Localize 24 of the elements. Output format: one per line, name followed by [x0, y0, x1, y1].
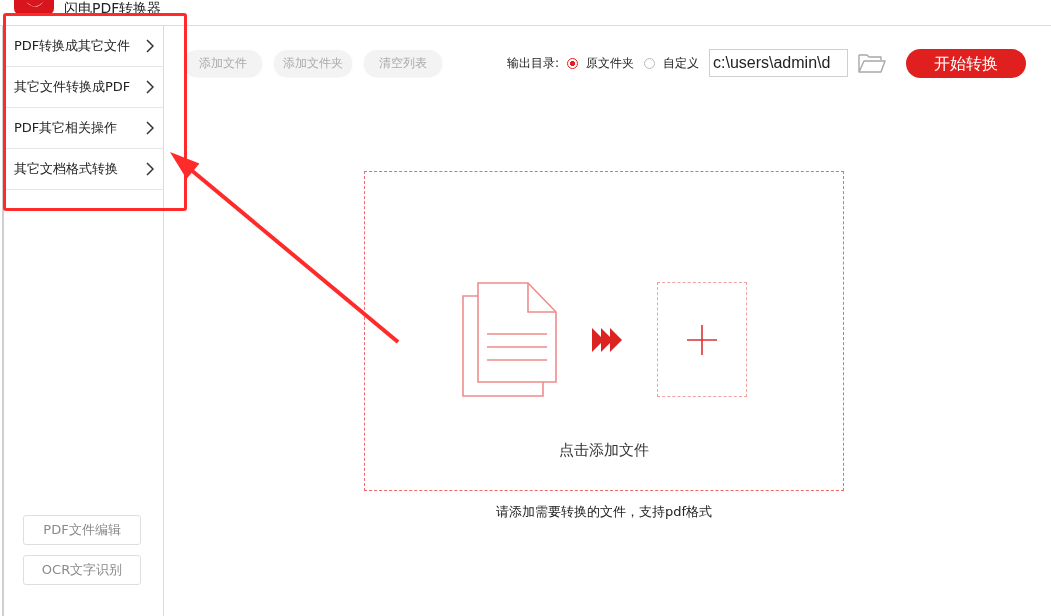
chevron-right-icon [146, 162, 154, 176]
sidebar-menu-item[interactable]: PDF转换成其它文件 [4, 26, 163, 67]
output-folder-label: 输出目录: [506, 54, 559, 72]
sidebar-tool-button[interactable]: OCR文字识别 [23, 555, 141, 585]
radio-option[interactable]: 自定义 [644, 54, 699, 72]
output-path-field[interactable]: c:\users\admin\d [709, 49, 848, 77]
chevron-right-icon [146, 80, 154, 94]
radio-icon[interactable] [567, 57, 578, 69]
sidebar-tool-button[interactable]: PDF文件编辑 [23, 515, 141, 545]
hint-text: 请添加需要转换的文件，支持pdf格式 [494, 503, 714, 521]
sidebar-menu-item[interactable]: 其它文档格式转换 [4, 149, 163, 190]
sidebar-menu-item[interactable]: PDF其它相关操作 [4, 108, 163, 149]
sidebar-menu-item[interactable]: 其它文件转换成PDF [4, 67, 163, 108]
start-convert-button[interactable]: 开始转换 [906, 48, 1026, 78]
chevron-right-icon [146, 39, 154, 53]
triple-arrow-icon [591, 327, 622, 352]
drop-zone[interactable]: 点击添加文件 [364, 171, 844, 491]
add-file-tile[interactable] [656, 282, 747, 397]
documents-icon [461, 282, 557, 397]
plus-icon [686, 324, 717, 355]
drop-zone-label: 点击添加文件 [559, 441, 649, 459]
radio-option[interactable]: 原文件夹 [567, 54, 634, 72]
chevron-right-icon [146, 121, 154, 135]
folder-icon[interactable] [858, 52, 886, 74]
